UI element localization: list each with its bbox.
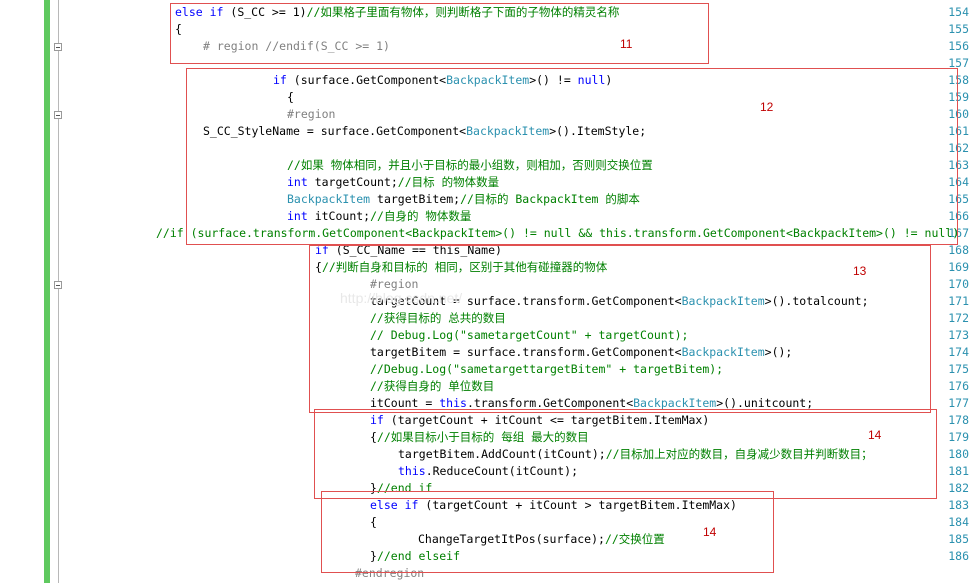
annotation-box-14a [314,409,937,499]
annotation-box-13 [309,245,931,413]
line-number: 175 [948,362,969,376]
annotation-box-12 [186,68,958,245]
line-number: 186 [948,549,969,563]
line-number: 173 [948,328,969,342]
line-number: 183 [948,498,969,512]
line-number: 174 [948,345,969,359]
line-number: 184 [948,515,969,529]
annotation-label-13: 13 [853,264,867,278]
line-number: 171 [948,294,969,308]
annotation-label-12: 12 [760,100,774,114]
fold-toggle-icon[interactable] [54,281,62,289]
line-number: 156 [948,39,969,53]
annotation-box-11 [170,3,709,64]
change-indicator-bar [44,0,50,583]
outline-fold-line [58,0,59,583]
fold-toggle-icon[interactable] [54,111,62,119]
line-number: 176 [948,379,969,393]
line-number: 170 [948,277,969,291]
annotation-label-11: 11 [620,37,633,51]
line-number: 172 [948,311,969,325]
annotation-label-14b: 14 [703,525,717,539]
fold-toggle-icon[interactable] [54,43,62,51]
line-number-gutter [0,0,44,583]
line-number: 155 [948,22,969,36]
annotation-label-14a: 14 [868,428,882,442]
line-number: 169 [948,260,969,274]
line-number: 154 [948,5,969,19]
line-number: 185 [948,532,969,546]
